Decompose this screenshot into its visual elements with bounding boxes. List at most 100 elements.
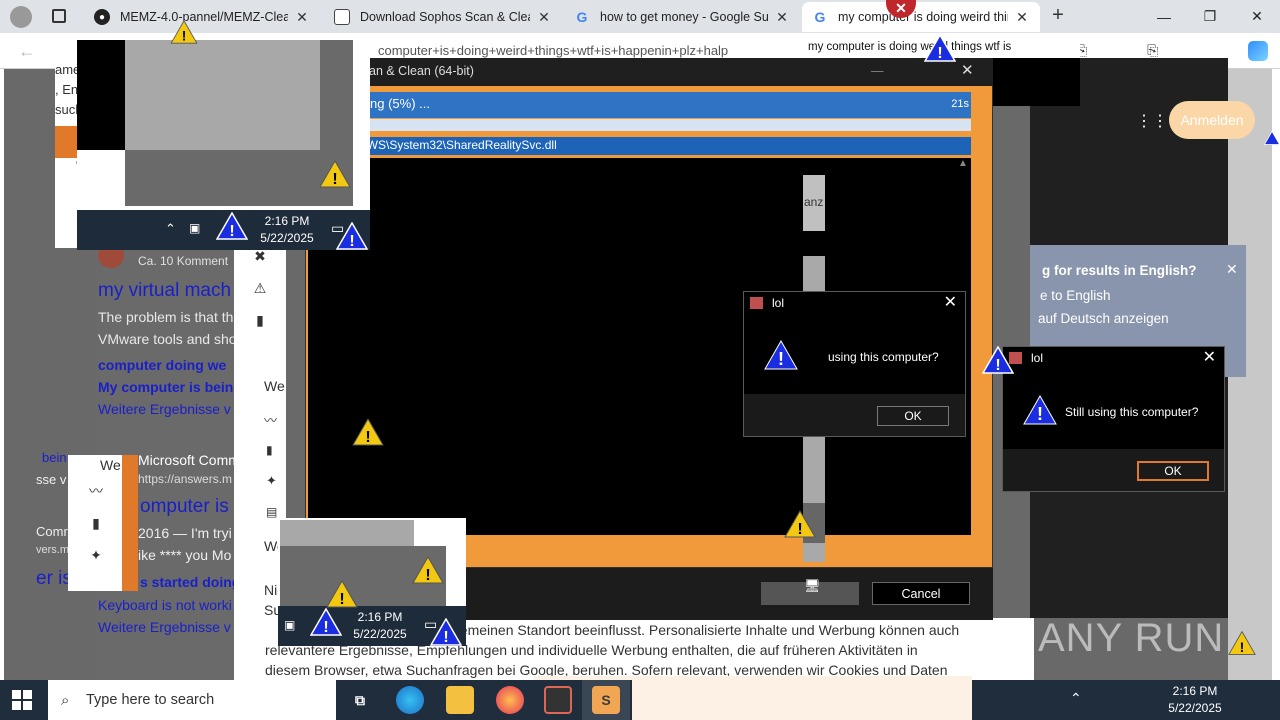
tab-google-money[interactable]: G how to get money - Google Such ✕ — [564, 2, 800, 32]
chart-icon[interactable]: ▮ — [234, 304, 286, 336]
cancel-button[interactable]: Cancel — [872, 582, 970, 605]
lol-dialog: lol ✕ ! using this computer? OK — [743, 291, 966, 437]
minimize-button[interactable]: — — [871, 58, 884, 84]
dialog-message: Still using this computer? — [1065, 405, 1199, 419]
sub-result-link[interactable]: My computer is bein — [98, 379, 233, 395]
scan-progress-bar: ng (5%) ... 21s — [310, 92, 971, 118]
trend-icon[interactable]: 〰 — [68, 475, 124, 507]
clock-time: 2:16 PM — [1172, 684, 1218, 698]
progress-track — [310, 119, 971, 131]
anyrun-watermark: ANY RUN — [1038, 616, 1225, 660]
tab-google-weird[interactable]: G my computer is doing weird thin ✕ — [802, 2, 1040, 32]
warning-icon: ! — [352, 418, 384, 446]
result-meta: Ca. 10 Komment — [138, 254, 229, 268]
switch-english-link[interactable]: e to English — [1040, 288, 1111, 303]
dialog-titlebar: lol ✕ — [744, 292, 965, 314]
chart-icon[interactable]: ▮ — [266, 443, 273, 457]
warning-icon[interactable]: ⚠ — [234, 272, 286, 304]
language-question: g for results in English? — [1042, 263, 1197, 278]
close-icon[interactable]: ✕ — [944, 292, 957, 314]
more-results-link[interactable]: Weitere Ergebnisse v — [98, 619, 231, 635]
taskbar-blank-area — [632, 680, 972, 720]
orange-marker — [55, 126, 77, 158]
close-icon[interactable]: ✕ — [774, 9, 790, 26]
fragment: Comr — [36, 524, 68, 539]
close-icon[interactable]: ✕ — [1226, 261, 1238, 278]
taskbar-active-indicator — [582, 680, 630, 720]
signin-label: Anmelden — [1180, 112, 1244, 128]
tab-sophos[interactable]: Download Sophos Scan & Clean ✕ — [324, 2, 562, 32]
close-window-button[interactable]: ✕ — [961, 58, 974, 84]
close-icon[interactable]: ✕ — [1014, 9, 1030, 26]
minimize-button[interactable]: — — [1141, 0, 1187, 33]
tab-github[interactable]: ● MEMZ-4.0-pannel/MEMZ-Clean ✕ — [84, 2, 320, 32]
ok-button[interactable]: OK — [877, 406, 949, 426]
chevron-up-icon[interactable]: ⌃ — [165, 221, 176, 237]
clone-clock: 2:16 PM 5/22/2025 — [255, 213, 319, 247]
firefox-icon[interactable] — [496, 686, 524, 714]
close-icon[interactable]: ✕ — [536, 9, 552, 26]
profile-icon[interactable] — [10, 6, 32, 28]
svg-text:!: ! — [1037, 404, 1043, 424]
svg-text:!: ! — [365, 429, 370, 446]
progress-time: 21s — [951, 98, 969, 110]
taskbar-search-input[interactable]: ⌕ Type here to search — [48, 680, 336, 720]
back-icon[interactable]: ← — [18, 41, 36, 62]
info-icon: ! — [430, 618, 462, 646]
file-explorer-icon[interactable] — [446, 686, 474, 714]
new-tab-button[interactable]: + — [1046, 4, 1070, 28]
github-icon: ● — [94, 9, 110, 25]
clock-time: 2:16 PM — [264, 214, 310, 228]
sparkle-icon[interactable]: ✦ — [68, 539, 124, 571]
clock-date: 5/22/2025 — [260, 231, 314, 245]
edge-icon[interactable] — [396, 686, 424, 714]
dialog-titlebar: lol ✕ — [1003, 347, 1224, 369]
sub-result-link[interactable]: computer doing we — [98, 357, 226, 373]
apps-grid-icon[interactable]: ⋮⋮ — [1136, 111, 1168, 130]
svg-text:!: ! — [182, 29, 187, 44]
chevron-up-icon[interactable]: ⌃ — [1070, 690, 1082, 707]
svg-text:!: ! — [229, 223, 234, 240]
news-icon[interactable]: ▤ — [266, 505, 277, 519]
warning-icon: ! — [412, 556, 444, 584]
address-input[interactable]: computer+is+doing+weird+things+wtf+is+ha… — [378, 43, 728, 58]
clock-date: 5/22/2025 — [353, 627, 407, 641]
result-title-link[interactable]: my virtual mach — [98, 280, 231, 302]
clone-grey — [280, 520, 414, 546]
ok-label: OK — [904, 409, 922, 423]
tab-title: MEMZ-4.0-pannel/MEMZ-Clean — [120, 10, 288, 24]
network-icon: ▣ — [284, 618, 296, 632]
ok-button[interactable]: OK — [1137, 461, 1209, 481]
info-icon: ! — [216, 212, 248, 240]
copilot-icon[interactable] — [1248, 41, 1268, 61]
svg-text:!: ! — [937, 45, 942, 62]
page-icon — [334, 9, 350, 25]
close-window-button[interactable]: ✕ — [1234, 0, 1280, 33]
more-results-link[interactable]: Weitere Ergebnisse v — [98, 401, 231, 417]
taskbar-clock[interactable]: 2:16 PM 5/22/2025 — [1160, 683, 1230, 717]
svg-text:!: ! — [323, 619, 328, 636]
show-german-link[interactable]: auf Deutsch anzeigen — [1038, 311, 1169, 326]
tab-actions-icon[interactable] — [52, 9, 66, 23]
task-view-icon[interactable]: ⧉ — [346, 686, 374, 714]
close-icon[interactable]: ✕ — [1203, 347, 1216, 369]
chart-icon[interactable]: ▮ — [68, 507, 124, 539]
grey-fragment: anz — [803, 175, 825, 231]
result-title-link[interactable]: omputer is — [140, 496, 229, 518]
trend-icon[interactable]: 〰 — [264, 410, 277, 429]
maximize-button[interactable]: ❐ — [1187, 0, 1233, 33]
warning-icon: ! — [170, 20, 198, 44]
sparkle-icon[interactable]: ✦ — [266, 473, 277, 489]
svg-text:!: ! — [778, 349, 784, 369]
info-icon: ! — [1023, 395, 1057, 425]
svg-text:!: ! — [797, 521, 802, 538]
sidebar-clone: We 〰 ▮ ✦ — [68, 455, 124, 591]
warning-icon: ! — [784, 510, 816, 538]
tab-title: how to get money - Google Such — [600, 10, 768, 24]
svg-text:!: ! — [332, 171, 337, 188]
windows-start-icon[interactable] — [12, 690, 32, 710]
app-icon[interactable] — [544, 686, 572, 714]
info-icon: ! — [336, 222, 368, 250]
close-icon[interactable]: ✕ — [294, 9, 310, 26]
signin-button[interactable]: Anmelden — [1169, 101, 1255, 139]
